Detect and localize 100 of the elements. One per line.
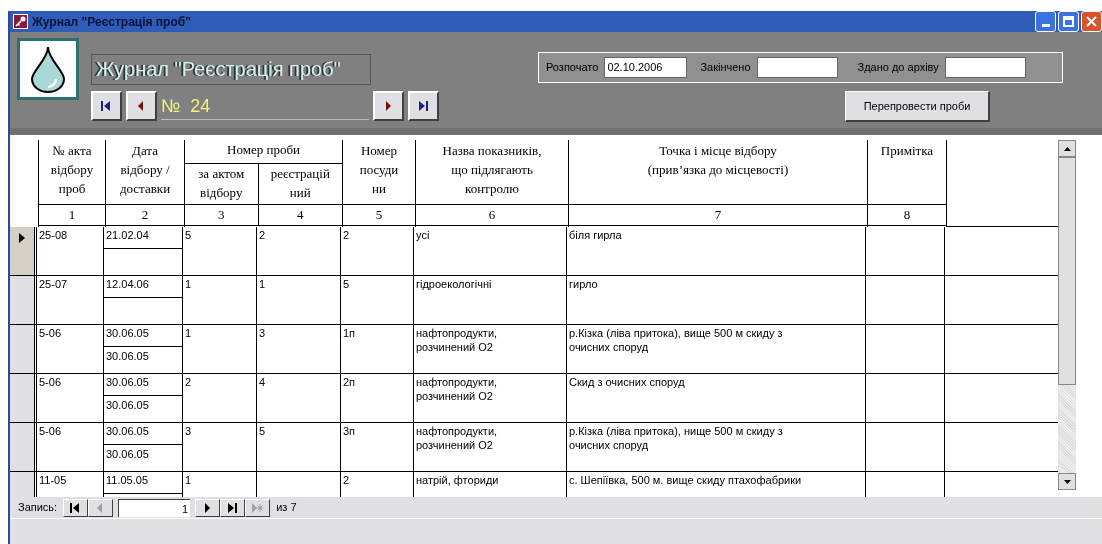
column-header: Номер посуди ни <box>343 140 415 205</box>
table-cell: 5-06 <box>37 423 104 472</box>
table-cell: 12.04.06 <box>104 276 182 298</box>
table-cell: 3п <box>341 423 414 472</box>
last-record-icon <box>226 501 240 514</box>
record-label: Запись: <box>18 500 58 516</box>
date-field[interactable] <box>756 57 838 78</box>
record-number-field[interactable]: 1 <box>118 498 191 517</box>
first-record-button[interactable] <box>91 91 122 121</box>
column-number: 1 <box>39 205 105 226</box>
table-cell: 3 <box>183 423 257 472</box>
table-cell: 1п <box>341 325 414 374</box>
table-cell: гідроекологічні <box>414 276 567 325</box>
date-field[interactable] <box>944 57 1026 78</box>
table-cell: 5 <box>257 423 341 472</box>
window-title: Журнал "Реєстрація проб" <box>32 13 191 31</box>
minimize-icon <box>1041 24 1050 27</box>
column-header: за актом відбору <box>185 164 258 205</box>
new-record-icon <box>251 501 265 514</box>
table-cell: 5-06 <box>37 325 104 374</box>
table-cell: усі <box>414 227 567 276</box>
table-cell: 1 <box>183 276 257 325</box>
scrollbar[interactable] <box>1058 140 1076 490</box>
table-cell: 1 <box>257 276 341 325</box>
column-header: Примітка <box>868 140 946 205</box>
table-cell: 5-06 <box>37 374 104 423</box>
row-selector[interactable] <box>10 227 35 275</box>
field-label: Закінчено <box>700 60 751 76</box>
maximize-icon <box>1063 16 1074 27</box>
close-icon <box>1086 16 1097 27</box>
table-cell: біля гирла <box>567 227 866 276</box>
record-number: № 24 <box>161 92 369 120</box>
column-number: 3 <box>185 205 258 226</box>
column-number: 4 <box>258 205 342 226</box>
table-cell: 30.06.05 <box>104 374 182 396</box>
table-cell: 30.06.05 <box>104 325 182 347</box>
record-count: из 7 <box>276 500 297 516</box>
table-cell: 3 <box>257 325 341 374</box>
date-field[interactable]: 02.10.2006 <box>604 57 688 78</box>
column-header: Точка і місце відбору (прив’язка до місцевості) <box>569 140 867 205</box>
table-cell: 2 <box>341 472 414 497</box>
form-title: Журнал "Реєстрація проб" <box>91 54 371 85</box>
table-cell: Скид з очисних споруд <box>567 374 866 423</box>
last-record-button[interactable] <box>220 498 246 517</box>
retest-samples-button[interactable]: Перепровести проби <box>845 91 990 122</box>
date-field: 30.06.05 <box>104 396 182 418</box>
table-cell: 2 <box>257 227 341 276</box>
column-header: реєстрацій ний <box>258 164 342 205</box>
close-button[interactable] <box>1081 11 1102 32</box>
current-row-icon <box>18 233 26 243</box>
key-icon <box>13 14 28 29</box>
table-cell: нафтопродукти, розчинений О2 <box>414 374 567 423</box>
table-cell: 2п <box>341 374 414 423</box>
column-header: Назва показників, що підлягають контролю <box>416 140 568 205</box>
row-selector[interactable] <box>10 423 35 471</box>
scroll-up-icon <box>1063 146 1071 151</box>
table-cell: 2 <box>183 374 257 423</box>
row-selector[interactable] <box>10 374 35 422</box>
row-selector[interactable] <box>10 325 35 373</box>
minimize-button[interactable] <box>1035 11 1056 32</box>
water-drop-icon <box>29 45 67 93</box>
field-label: Розпочато <box>546 60 599 76</box>
table-cell: 5 <box>183 227 257 276</box>
field-label: Здано до архіву <box>857 60 939 76</box>
last-record-icon <box>417 100 430 112</box>
table-cell: 1 <box>183 325 257 374</box>
date-field: 30.06.05 <box>104 347 182 369</box>
table-cell: 30.06.05 <box>104 423 182 445</box>
table-cell: 5 <box>341 276 414 325</box>
column-number: 6 <box>416 205 568 226</box>
first-record-button[interactable] <box>63 498 89 517</box>
next-record-button[interactable] <box>195 498 221 517</box>
table-cell: натрій, фториди <box>414 472 567 497</box>
maximize-button[interactable] <box>1058 11 1079 32</box>
column-header: Дата відбору / доставки <box>106 140 184 205</box>
table-cell: р.Кізка (ліва притока), вище 500 м скиду з очисних споруд <box>567 325 866 374</box>
column-group-header: Номер проби <box>185 140 342 164</box>
column-number: 5 <box>343 205 415 226</box>
column-number: 7 <box>569 205 867 226</box>
table-cell: гирло <box>567 276 866 325</box>
next-record-button[interactable] <box>373 91 404 121</box>
table-cell: 25-08 <box>37 227 104 276</box>
column-number: 2 <box>106 205 184 226</box>
column-header: № акта відбору проб <box>39 140 105 205</box>
table-cell: нафтопродукти, розчинений О2 <box>414 325 567 374</box>
table-cell: нафтопродукти, розчинений О2 <box>414 423 567 472</box>
previous-record-button[interactable] <box>126 91 157 121</box>
row-selector[interactable] <box>10 276 35 324</box>
table-cell: 25-07 <box>37 276 104 325</box>
table-cell: р.Кізка (ліва притока), нище 500 м скиду з очисних споруд <box>567 423 866 472</box>
column-number: 8 <box>868 205 946 226</box>
scroll-down-icon <box>1063 479 1071 484</box>
table-cell: 11.05.05 <box>104 472 182 494</box>
table-cell: с. Шепіївка, 500 м. вище скиду птахофабрики <box>567 472 866 497</box>
last-record-button[interactable] <box>408 91 439 121</box>
table-cell: 4 <box>257 374 341 423</box>
date-field: 30.06.05 <box>104 445 182 467</box>
first-record-icon <box>100 100 113 112</box>
table-cell: 21.02.04 <box>104 227 182 249</box>
table-cell: 2 <box>341 227 414 276</box>
